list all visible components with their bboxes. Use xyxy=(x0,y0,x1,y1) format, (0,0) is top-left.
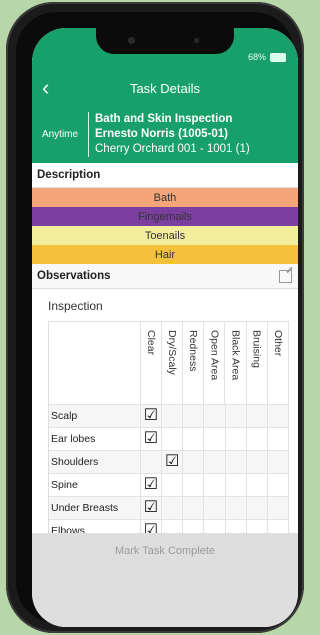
description-header: Description xyxy=(32,163,298,188)
table-row: Shoulders ☑ xyxy=(49,451,289,474)
chevron-left-icon[interactable]: ‹ xyxy=(42,77,49,99)
checkbox-cell[interactable] xyxy=(247,405,268,427)
row-label: Shoulders xyxy=(49,451,141,473)
checkbox-cell[interactable] xyxy=(141,451,163,473)
checkbox-cell[interactable] xyxy=(204,428,226,450)
checkbox-cell[interactable] xyxy=(226,451,247,473)
checked-box-icon[interactable]: ☑ xyxy=(141,497,163,519)
bottom-bar: Mark Task Complete xyxy=(32,533,298,627)
mark-complete-button[interactable]: Mark Task Complete xyxy=(32,533,298,569)
task-time: Anytime xyxy=(32,112,89,157)
description-item: Toenails xyxy=(32,226,298,245)
row-label: Scalp xyxy=(49,405,141,427)
column-header-label: Black Area xyxy=(229,330,242,381)
inspection-grid: Clear Dry/Scaly Redness Open Area Black Area… xyxy=(48,321,289,543)
checkbox-cell[interactable] xyxy=(162,497,184,519)
grid-corner xyxy=(49,322,141,404)
nav-bar: ‹ Task Details xyxy=(32,70,298,106)
checkbox-cell[interactable] xyxy=(162,428,184,450)
table-row: Ear lobes ☑ xyxy=(49,428,289,451)
column-header: Other xyxy=(268,322,289,404)
checkbox-cell[interactable] xyxy=(268,497,289,519)
column-header: Open Area xyxy=(204,322,226,404)
battery-icon xyxy=(270,52,286,62)
checkbox-cell[interactable] xyxy=(226,428,247,450)
battery-text: 68% xyxy=(247,52,266,62)
checkbox-cell[interactable] xyxy=(247,428,268,450)
checkbox-cell[interactable] xyxy=(226,497,247,519)
column-header: Bruising xyxy=(247,322,268,404)
checkbox-cell[interactable] xyxy=(226,405,247,427)
checkbox-cell[interactable] xyxy=(247,451,268,473)
row-label: Under Breasts xyxy=(49,497,141,519)
checked-box-icon[interactable]: ☑ xyxy=(162,451,184,473)
table-row: Scalp ☑ xyxy=(49,405,289,428)
resident-location: Cherry Orchard 001 - 1001 (1) xyxy=(95,143,250,155)
checkbox-cell[interactable] xyxy=(204,474,226,496)
checkbox-cell[interactable] xyxy=(183,451,205,473)
edit-icon[interactable] xyxy=(279,269,292,283)
checkbox-cell[interactable] xyxy=(162,405,184,427)
task-name: Bath and Skin Inspection xyxy=(95,113,233,125)
task-header: Anytime Bath and Skin Inspection Ernesto… xyxy=(32,106,298,163)
column-header: Clear xyxy=(141,322,162,404)
column-header-label: Clear xyxy=(144,330,157,356)
checkbox-cell[interactable] xyxy=(247,474,268,496)
grid-header-row: Clear Dry/Scaly Redness Open Area Black Area… xyxy=(49,322,289,405)
row-label: Ear lobes xyxy=(49,428,141,450)
checkbox-cell[interactable] xyxy=(268,474,289,496)
checkbox-cell[interactable] xyxy=(183,428,205,450)
phone-bezel: 68% ‹ Task Details Anytime Bath and Skin… xyxy=(16,12,298,627)
task-info: Bath and Skin Inspection Ernesto Norris … xyxy=(89,112,250,157)
sensor-icon xyxy=(194,38,199,43)
inspection-label: Inspection xyxy=(48,299,103,313)
checkbox-cell[interactable] xyxy=(183,474,205,496)
observations-title: Observations xyxy=(37,270,111,282)
column-header: Black Area xyxy=(225,322,247,404)
status-bar: 68% xyxy=(32,28,298,70)
page-title: Task Details xyxy=(129,80,201,96)
checkbox-cell[interactable] xyxy=(204,497,226,519)
description-item: Hair xyxy=(32,245,298,264)
checkbox-cell[interactable] xyxy=(162,474,184,496)
checkbox-cell[interactable] xyxy=(268,428,289,450)
column-header-label: Open Area xyxy=(208,330,221,381)
checked-box-icon[interactable]: ☑ xyxy=(141,405,163,427)
column-header-label: Other xyxy=(271,330,284,357)
checkbox-cell[interactable] xyxy=(268,451,289,473)
table-row: Spine ☑ xyxy=(49,474,289,497)
checkbox-cell[interactable] xyxy=(226,474,247,496)
observations-header: Observations xyxy=(32,264,298,289)
column-header-label: Bruising xyxy=(250,330,263,368)
camera-icon xyxy=(128,37,135,44)
status-right: 68% xyxy=(248,52,286,62)
table-row: Under Breasts ☑ xyxy=(49,497,289,520)
checkbox-cell[interactable] xyxy=(247,497,268,519)
row-label: Spine xyxy=(49,474,141,496)
description-list: Bath Fingernails Toenails Hair xyxy=(32,188,298,264)
resident-name: Ernesto Norris (1005-01) xyxy=(95,128,228,140)
column-header-label: Dry/Scaly xyxy=(166,330,179,375)
description-item: Fingernails xyxy=(32,207,298,226)
checkbox-cell[interactable] xyxy=(204,405,226,427)
phone-frame: 68% ‹ Task Details Anytime Bath and Skin… xyxy=(6,2,304,633)
checkbox-cell[interactable] xyxy=(204,451,226,473)
screen: 68% ‹ Task Details Anytime Bath and Skin… xyxy=(32,28,298,627)
checkbox-cell[interactable] xyxy=(183,405,205,427)
description-item: Bath xyxy=(32,188,298,207)
column-header: Dry/Scaly xyxy=(162,322,184,404)
checkbox-cell[interactable] xyxy=(183,497,205,519)
column-header: Redness xyxy=(183,322,205,404)
column-header-label: Redness xyxy=(187,330,200,372)
checkbox-cell[interactable] xyxy=(268,405,289,427)
checked-box-icon[interactable]: ☑ xyxy=(141,428,163,450)
checked-box-icon[interactable]: ☑ xyxy=(141,474,163,496)
phone-notch xyxy=(96,28,234,54)
